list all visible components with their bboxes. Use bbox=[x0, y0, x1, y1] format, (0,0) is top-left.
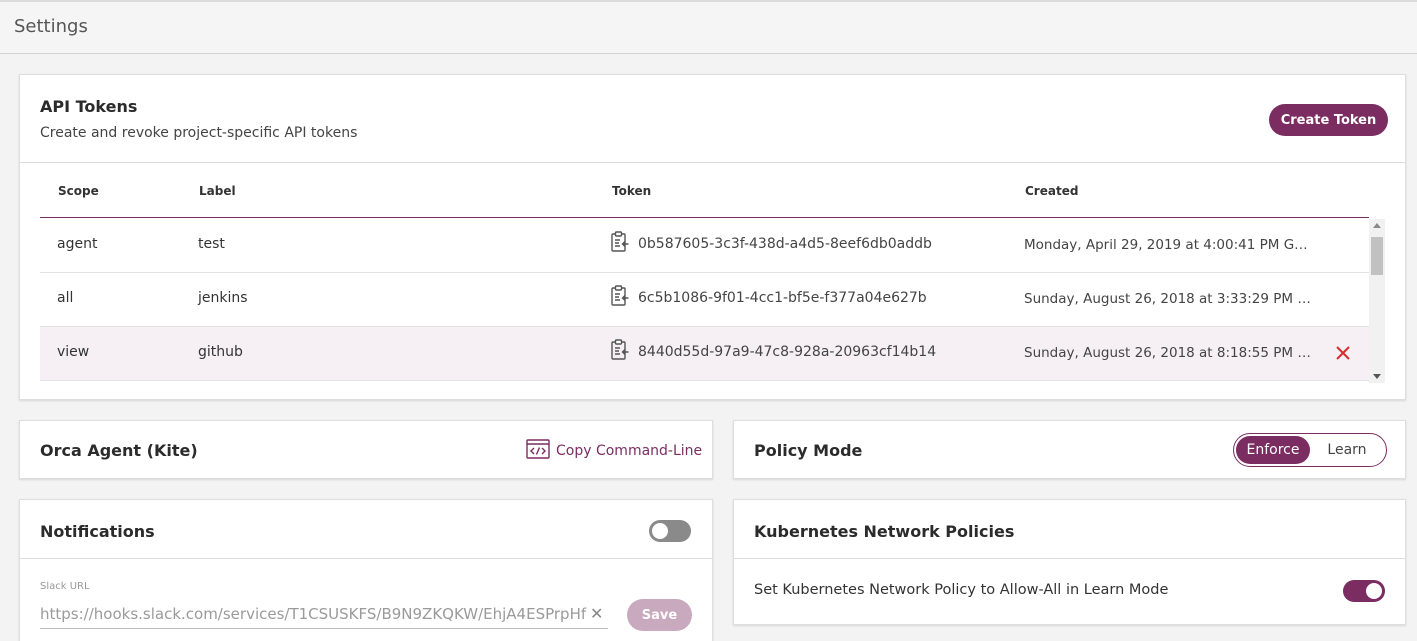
divider bbox=[20, 558, 712, 559]
page-title: Settings bbox=[14, 16, 88, 37]
save-button[interactable]: Save bbox=[627, 599, 692, 631]
copy-clipboard-icon[interactable] bbox=[610, 339, 630, 365]
table-row[interactable]: agent test 0b587605-3c3f-438d-a4d5-8eef6… bbox=[40, 219, 1369, 273]
token-value: 6c5b1086-9f01-4cc1-bf5e-f377a04e627b bbox=[638, 290, 927, 306]
api-tokens-card: API Tokens Create and revoke project-spe… bbox=[19, 74, 1406, 400]
scroll-up-arrow-icon[interactable] bbox=[1373, 223, 1381, 228]
notifications-card: Notifications Slack URL ✕ Save bbox=[19, 499, 713, 641]
table-row[interactable]: view github 8440d55d-97a9-47c8-928a-2096… bbox=[40, 327, 1369, 381]
row-scope: all bbox=[57, 290, 74, 306]
api-tokens-title: API Tokens bbox=[40, 97, 138, 116]
row-token: 6c5b1086-9f01-4cc1-bf5e-f377a04e627b bbox=[610, 285, 927, 311]
orca-agent-card: Orca Agent (Kite) Copy Command-Line bbox=[19, 420, 713, 479]
divider bbox=[734, 558, 1405, 559]
policy-mode-switch: Enforce Learn bbox=[1233, 433, 1387, 467]
column-header-scope[interactable]: Scope bbox=[58, 184, 99, 198]
copy-command-line-button[interactable]: Copy Command-Line bbox=[526, 439, 702, 463]
row-created: Sunday, August 26, 2018 at 8:18:55 PM GM… bbox=[1024, 345, 1316, 361]
policy-option-learn[interactable]: Learn bbox=[1310, 436, 1384, 464]
column-header-label[interactable]: Label bbox=[199, 184, 236, 198]
row-token: 8440d55d-97a9-47c8-928a-20963cf14b14 bbox=[610, 339, 936, 365]
row-scope: view bbox=[57, 344, 90, 360]
api-tokens-subtitle: Create and revoke project-specific API t… bbox=[40, 125, 358, 141]
token-value: 8440d55d-97a9-47c8-928a-20963cf14b14 bbox=[638, 344, 937, 360]
toggle-knob bbox=[1366, 583, 1382, 599]
tokens-table-header: Scope Label Token Created bbox=[40, 163, 1369, 218]
copy-command-line-label: Copy Command-Line bbox=[556, 443, 703, 459]
code-window-icon bbox=[526, 439, 550, 463]
tokens-table-body: agent test 0b587605-3c3f-438d-a4d5-8eef6… bbox=[40, 219, 1369, 382]
row-created: Sunday, August 26, 2018 at 3:33:29 PM GM… bbox=[1024, 291, 1316, 307]
orca-agent-title: Orca Agent (Kite) bbox=[40, 441, 198, 460]
slack-url-label: Slack URL bbox=[40, 581, 90, 592]
row-label: test bbox=[198, 236, 225, 252]
copy-clipboard-icon[interactable] bbox=[610, 285, 630, 311]
row-label: jenkins bbox=[198, 290, 248, 306]
row-created: Monday, April 29, 2019 at 4:00:41 PM GMT… bbox=[1024, 237, 1316, 253]
row-token: 0b587605-3c3f-438d-a4d5-8eef6db0addb bbox=[610, 231, 932, 257]
kubernetes-network-policies-card: Kubernetes Network Policies Set Kubernet… bbox=[733, 499, 1406, 625]
policy-mode-card: Policy Mode Enforce Learn bbox=[733, 420, 1406, 479]
scrollbar-thumb[interactable] bbox=[1371, 237, 1383, 275]
create-token-button[interactable]: Create Token bbox=[1269, 104, 1388, 136]
kubernetes-title: Kubernetes Network Policies bbox=[754, 522, 1015, 541]
slack-url-input[interactable] bbox=[40, 604, 588, 623]
column-header-token[interactable]: Token bbox=[612, 184, 651, 198]
toggle-knob bbox=[652, 523, 668, 539]
top-bar: Settings bbox=[0, 0, 1417, 54]
copy-clipboard-icon[interactable] bbox=[610, 231, 630, 257]
allow-all-toggle[interactable] bbox=[1343, 580, 1385, 602]
allow-all-setting-label: Set Kubernetes Network Policy to Allow-A… bbox=[754, 582, 1169, 598]
policy-option-enforce[interactable]: Enforce bbox=[1236, 436, 1310, 464]
token-value: 0b587605-3c3f-438d-a4d5-8eef6db0addb bbox=[638, 236, 932, 252]
row-scope: agent bbox=[57, 236, 98, 252]
column-header-created[interactable]: Created bbox=[1025, 184, 1078, 198]
scroll-down-arrow-icon[interactable] bbox=[1373, 374, 1381, 379]
notifications-title: Notifications bbox=[40, 522, 155, 541]
clear-icon[interactable]: ✕ bbox=[590, 604, 603, 623]
table-row[interactable]: all jenkins 6c5b1086-9f01-4cc1-bf5e-f377… bbox=[40, 273, 1369, 327]
policy-mode-title: Policy Mode bbox=[754, 441, 863, 460]
notifications-toggle[interactable] bbox=[649, 520, 691, 542]
slack-url-field: ✕ bbox=[40, 599, 608, 629]
tokens-scrollbar[interactable] bbox=[1369, 219, 1385, 383]
row-label: github bbox=[198, 344, 243, 360]
delete-token-icon[interactable] bbox=[1333, 341, 1353, 365]
